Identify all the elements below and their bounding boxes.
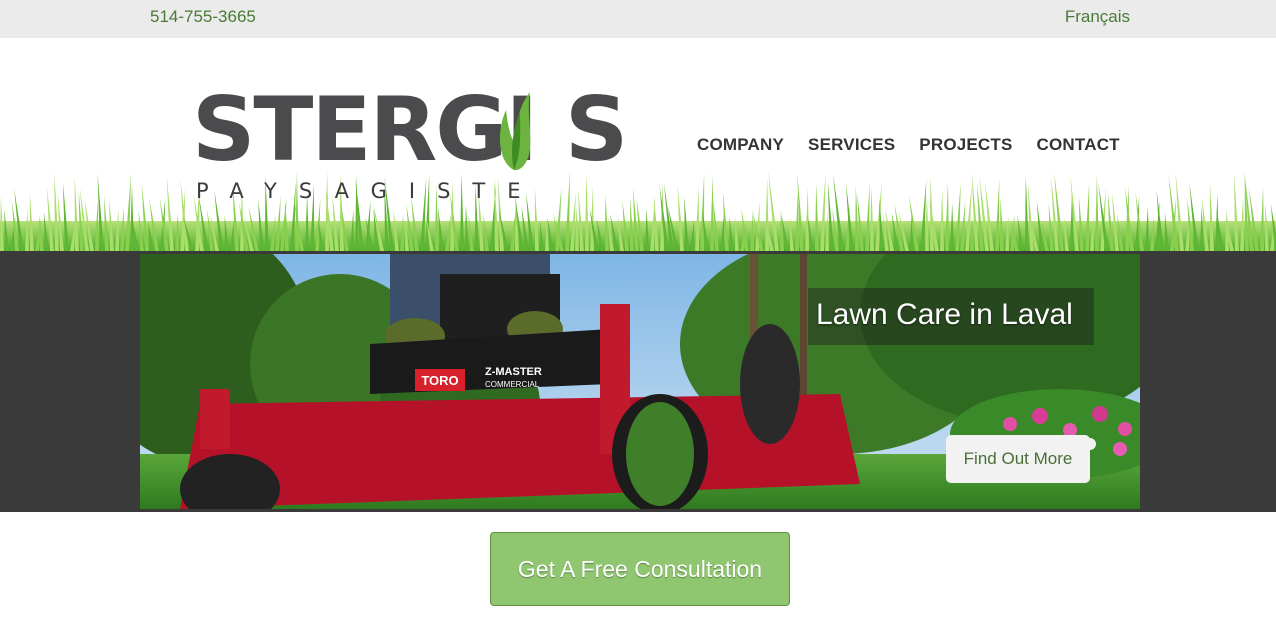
mower-brand-label: TORO [421,373,458,388]
nav-contact[interactable]: CONTACT [1037,135,1120,155]
language-switch-link[interactable]: Français [1065,7,1130,27]
leaf-icon [499,92,531,171]
phone-link[interactable]: 514-755-3665 [150,7,256,27]
nav-services[interactable]: SERVICES [808,135,895,155]
main-nav: COMPANY SERVICES PROJECTS CONTACT [697,135,1144,155]
free-consultation-button[interactable]: Get A Free Consultation [490,532,790,606]
slide-caption: Lawn Care in Laval [808,288,1094,345]
top-bar: 514-755-3665 Français [0,0,1276,38]
find-out-more-button[interactable]: Find Out More [946,435,1090,483]
logo-wordmark: STERGI S [192,78,628,181]
mower-sub-label: COMMERCIAL [485,380,540,389]
slide-caption-text: Lawn Care in Laval [816,298,1073,331]
nav-company[interactable]: COMPANY [697,135,784,155]
site-header: STERGI S PAYSAGISTE COMPANY SERVICES PRO… [0,38,1276,251]
site-logo[interactable]: STERGI S PAYSAGISTE [192,86,628,208]
logo-subtitle: PAYSAGISTE [196,179,543,203]
mower-model-label: Z-MASTER [485,366,542,378]
nav-projects[interactable]: PROJECTS [919,135,1012,155]
